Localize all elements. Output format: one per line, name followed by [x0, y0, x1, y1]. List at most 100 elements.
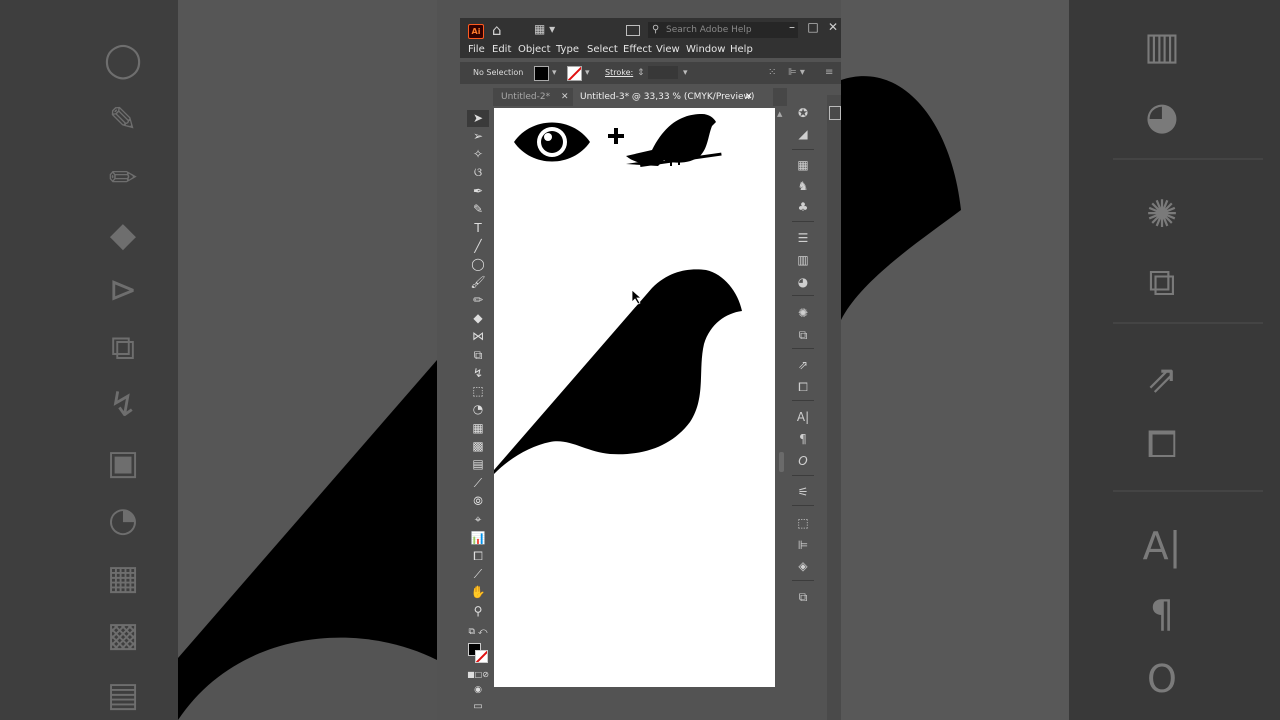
stroke-dropdown-icon[interactable]: ▾ [585, 64, 590, 82]
type-tool-icon[interactable]: T [467, 220, 489, 237]
bg-separator [1113, 490, 1263, 492]
slice-tool-icon[interactable]: ⟋ [467, 566, 489, 583]
color-mode-icons[interactable]: ■□⊘ [467, 666, 489, 683]
zoom-tool-icon[interactable]: ⚲ [467, 603, 489, 620]
column-graph-tool-icon[interactable]: 📊 [467, 530, 489, 547]
asset-export-icon[interactable]: ⇗ [793, 356, 813, 374]
transparency-panel-icon[interactable]: ◕ [793, 273, 813, 291]
tab-close-icon[interactable]: ✕ [561, 88, 569, 106]
default-colors-icon[interactable]: ⧉ ⤺ [467, 624, 489, 641]
opentype-icon[interactable]: O [793, 452, 813, 470]
appearance-icon[interactable]: ✺ [793, 304, 813, 322]
blend-tool-icon[interactable]: ⦾ [467, 493, 489, 510]
menu-effect[interactable]: Effect [623, 42, 652, 58]
mesh-tool-icon[interactable]: ▩ [467, 438, 489, 455]
stroke-weight-input[interactable] [648, 66, 678, 79]
reflect-tool-icon[interactable]: ⋈ [467, 328, 489, 345]
graphic-styles-icon[interactable]: ⧉ [793, 326, 813, 344]
properties-icon[interactable]: ⚟ [793, 483, 813, 501]
tab-close-icon[interactable]: ✕ [745, 88, 753, 106]
eyedropper-tool-icon[interactable]: ⟋ [467, 475, 489, 492]
paintbrush-tool-icon[interactable]: 🖌 [467, 274, 489, 291]
fill-dropdown-icon[interactable]: ▾ [552, 64, 557, 82]
screen-mode-icon[interactable]: ▭ [467, 698, 489, 715]
fill-color-swatch[interactable] [534, 66, 549, 81]
menu-window[interactable]: Window [686, 42, 725, 58]
pencil-tool-icon[interactable]: ✏ [467, 292, 489, 309]
magic-wand-tool-icon[interactable]: ✧ [467, 146, 489, 163]
bg-mesh-icon: ▩ [106, 615, 140, 655]
menu-select[interactable]: Select [587, 42, 618, 58]
transform-icon[interactable]: ⁙ [768, 65, 776, 81]
transform-panel-icon[interactable]: ⬚ [793, 514, 813, 532]
panel-layout-icon[interactable] [626, 25, 640, 36]
curvature-tool-icon[interactable]: ✎ [467, 201, 489, 218]
scroll-up-icon[interactable]: ▲ [777, 110, 782, 118]
stroke-stepper-icon[interactable]: ⇕ [637, 64, 645, 82]
free-transform-tool-icon[interactable]: ⬚ [467, 383, 489, 400]
artwork-canvas [494, 114, 742, 474]
line-tool-icon[interactable]: ╱ [467, 238, 489, 255]
menu-file[interactable]: File [468, 42, 485, 58]
draw-mode-icon[interactable]: ◉ [467, 682, 489, 699]
background-blur-left: ◯ ✎ ✏ ◆ ⊳ ⧉ ↯ ▣ ◔ ▦ ▩ ▤ [0, 0, 437, 720]
panel-separator [792, 149, 814, 150]
stroke-color-box[interactable] [475, 650, 488, 663]
menu-view[interactable]: View [656, 42, 680, 58]
swatches-icon[interactable]: ♣ [793, 198, 813, 216]
pathfinder-icon[interactable]: ⧉ [793, 588, 813, 606]
plus-icon [608, 128, 624, 144]
character-icon[interactable]: A| [793, 408, 813, 426]
artboard[interactable] [494, 108, 775, 687]
warp-tool-icon[interactable]: ↯ [467, 365, 489, 382]
tab-untitled-2[interactable]: Untitled-2* ... [501, 88, 561, 120]
paragraph-icon[interactable]: ¶ [793, 430, 813, 448]
collapsed-panel-icon[interactable] [829, 106, 841, 120]
menu-help[interactable]: Help [730, 42, 753, 58]
libraries-icon[interactable]: ▦ [793, 156, 813, 174]
symbol-sprayer-tool-icon[interactable]: ⌖ [467, 511, 489, 528]
color-guide-icon[interactable]: ✪ [793, 104, 813, 122]
home-icon[interactable]: ⌂ [492, 21, 502, 39]
bg-reflect-icon: ⊳ [108, 270, 138, 310]
artboards-panel-icon[interactable]: ⧠ [793, 378, 813, 396]
layers-icon[interactable]: ◈ [793, 557, 813, 575]
gradient-tool-icon[interactable]: ▤ [467, 456, 489, 473]
color-panel-icon[interactable]: ◢ [793, 125, 813, 143]
arrange-documents-icon[interactable]: ▦ ▾ [534, 22, 555, 36]
hand-tool-icon[interactable]: ✋ [467, 584, 489, 601]
artboard-tool-icon[interactable]: ⧠ [467, 548, 489, 565]
stroke-weight-dropdown-icon[interactable]: ▾ [683, 64, 688, 82]
panel-menu-icon[interactable]: ≡ [825, 65, 833, 81]
menu-type[interactable]: Type [556, 42, 579, 58]
menu-edit[interactable]: Edit [492, 42, 511, 58]
scale-tool-icon[interactable]: ⧉ [467, 347, 489, 364]
bird-on-branch-icon[interactable] [626, 114, 722, 167]
tab-untitled-3[interactable]: Untitled-3* @ 33,33 % (CMYK/Preview) [573, 88, 773, 106]
align-panel-icon[interactable]: ⊫ [793, 536, 813, 554]
lasso-tool-icon[interactable]: ଓ [467, 164, 489, 181]
stroke-panel-icon[interactable]: ☰ [793, 229, 813, 247]
vertical-scrollbar[interactable]: ▲ [776, 108, 787, 688]
minimize-button[interactable]: – [783, 20, 801, 34]
eraser-tool-icon[interactable]: ◆ [467, 310, 489, 327]
panel-separator [792, 295, 814, 296]
ellipse-tool-icon[interactable]: ◯ [467, 256, 489, 273]
scrollbar-thumb[interactable] [779, 452, 784, 472]
search-input[interactable]: ⚲ Search Adobe Help [648, 22, 798, 38]
eye-icon[interactable] [514, 122, 590, 162]
perspective-grid-tool-icon[interactable]: ▦ [467, 420, 489, 437]
stroke-color-swatch[interactable] [567, 66, 582, 81]
shape-builder-tool-icon[interactable]: ◔ [467, 401, 489, 418]
close-button[interactable]: ✕ [824, 20, 842, 34]
stroke-label[interactable]: Stroke: [605, 62, 633, 84]
pen-tool-icon[interactable]: ✒ [467, 183, 489, 200]
menu-object[interactable]: Object [518, 42, 551, 58]
symbols-icon[interactable]: ♞ [793, 177, 813, 195]
bird-shape-in-progress[interactable] [494, 269, 742, 474]
align-icon[interactable]: ⊫ ▾ [788, 65, 805, 81]
gradient-panel-icon[interactable]: ▥ [793, 251, 813, 269]
maximize-button[interactable]: □ [804, 20, 822, 34]
direct-selection-tool-icon[interactable]: ➢ [467, 128, 489, 145]
selection-tool-icon[interactable]: ➤ [467, 110, 489, 127]
